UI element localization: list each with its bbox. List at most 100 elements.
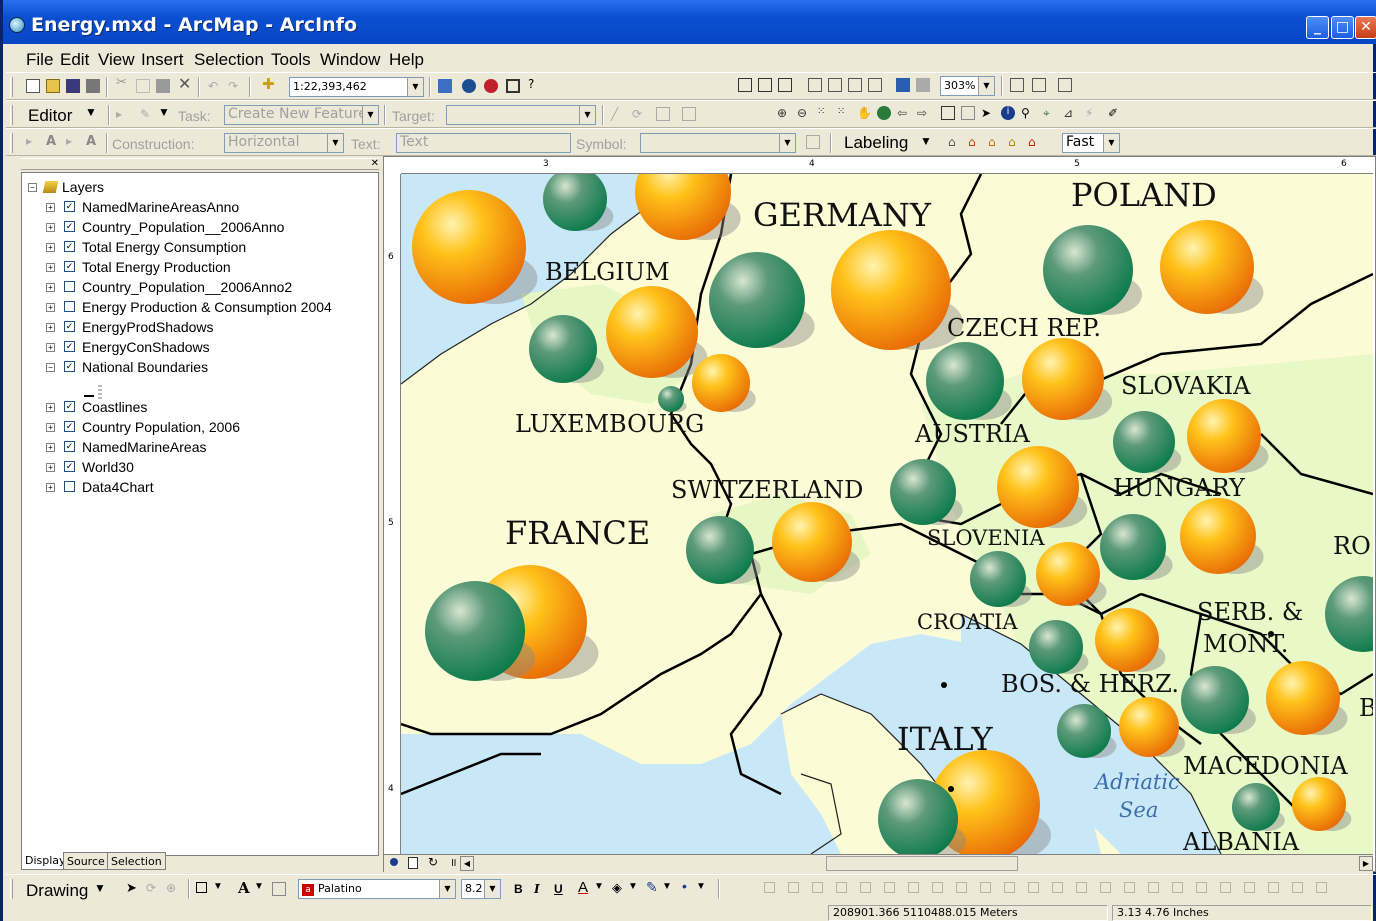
forward-extent-icon[interactable] — [916, 78, 930, 92]
menu-help[interactable]: Help — [389, 50, 424, 70]
drawing-arrange-icon[interactable] — [980, 882, 991, 893]
text-input[interactable]: Text — [396, 133, 571, 153]
hyperlink-icon[interactable]: ⚡ — [1085, 106, 1099, 120]
split-tool-icon[interactable]: ╱ — [611, 107, 625, 121]
layer-visibility-checkbox[interactable] — [64, 481, 75, 492]
marker-color-icon[interactable]: • — [682, 878, 687, 894]
expand-icon[interactable]: + — [46, 223, 55, 232]
editor-toolbar-icon[interactable] — [438, 79, 452, 93]
drawing-arrange-icon[interactable] — [1268, 882, 1279, 893]
new-document-icon[interactable] — [26, 79, 40, 93]
labeling-menu-arrow-icon[interactable]: ▼ — [920, 134, 932, 148]
menu-window[interactable]: Window — [320, 50, 380, 70]
arctoolbox-icon[interactable] — [462, 79, 476, 93]
bold-button[interactable]: B — [514, 882, 523, 896]
rotate-element-icon[interactable]: ⟳ — [146, 881, 160, 895]
expand-icon[interactable]: + — [46, 283, 55, 292]
data-view-icon[interactable] — [390, 858, 398, 866]
refresh-view-icon[interactable]: ↻ — [428, 855, 438, 869]
delete-icon[interactable]: ✕ — [178, 74, 192, 93]
redo-icon[interactable]: ↷ — [228, 79, 242, 93]
lock-labels-icon[interactable]: ⌂ — [1008, 135, 1022, 149]
label-weight-icon[interactable]: ⌂ — [968, 135, 982, 149]
measure-icon[interactable]: ⊿ — [1063, 106, 1077, 120]
expand-icon[interactable]: + — [46, 423, 55, 432]
collapse-icon[interactable]: − — [28, 183, 37, 192]
layer-visibility-checkbox[interactable]: ✓ — [64, 261, 75, 272]
expand-icon[interactable]: + — [46, 243, 55, 252]
drawing-arrange-icon[interactable] — [884, 882, 895, 893]
fill-color-dropdown-icon[interactable]: ▼ — [628, 881, 638, 892]
go-to-xy-icon[interactable]: ⌖ — [1043, 106, 1057, 120]
layer-visibility-checkbox[interactable]: ✓ — [64, 201, 75, 212]
drawing-arrange-icon[interactable] — [908, 882, 919, 893]
drawing-arrange-icon[interactable] — [1076, 882, 1087, 893]
layer-visibility-checkbox[interactable]: ✓ — [64, 421, 75, 432]
whats-this-icon[interactable]: ? — [528, 77, 542, 91]
drawing-arrange-icon[interactable] — [1316, 882, 1327, 893]
layer-visibility-checkbox[interactable]: ✓ — [64, 221, 75, 232]
expand-icon[interactable]: + — [46, 263, 55, 272]
edit-annotation-icon[interactable]: ▸ — [26, 134, 40, 148]
expand-icon[interactable]: + — [46, 403, 55, 412]
copy-icon[interactable] — [136, 79, 150, 93]
drawing-arrange-icon[interactable] — [1148, 882, 1159, 893]
zoom-in-icon[interactable]: ⊕ — [777, 106, 791, 120]
zoom-to-element-icon[interactable]: ⊕ — [166, 881, 180, 895]
marker-color-dropdown-icon[interactable]: ▼ — [696, 881, 706, 892]
line-color-dropdown-icon[interactable]: ▼ — [662, 881, 672, 892]
rectangle-dropdown-icon[interactable]: ▼ — [213, 881, 223, 892]
layer-visibility-checkbox[interactable]: ✓ — [64, 441, 75, 452]
clear-selection-icon[interactable] — [961, 106, 975, 120]
scroll-left-button[interactable]: ◀ — [460, 856, 474, 871]
zoom-combo[interactable]: 303% ▼ — [940, 76, 995, 96]
find-icon[interactable]: ⚲ — [1021, 106, 1035, 120]
tab-source[interactable]: Source — [63, 852, 109, 870]
menu-edit[interactable]: Edit — [60, 50, 89, 70]
pan-icon[interactable]: ✋ — [857, 106, 872, 120]
drawing-menu-arrow-icon[interactable]: ▼ — [94, 881, 106, 895]
zoom-in-page-icon[interactable] — [738, 78, 752, 92]
underline-button[interactable]: U — [554, 882, 563, 896]
paste-icon[interactable] — [156, 79, 170, 93]
undo-icon[interactable]: ↶ — [208, 79, 222, 93]
cut-icon[interactable]: ✂ — [116, 75, 130, 90]
select-elements-drawing-icon[interactable]: ➤ — [126, 881, 140, 896]
drawing-arrange-icon[interactable] — [1292, 882, 1303, 893]
attributes-icon[interactable] — [656, 107, 670, 121]
fixed-zoom-out-map-icon[interactable]: ⁙ — [837, 106, 851, 120]
menu-file[interactable]: File — [26, 50, 53, 70]
tab-selection[interactable]: Selection — [107, 852, 166, 870]
identify-icon[interactable]: i — [1001, 106, 1015, 120]
toolbar-grip[interactable] — [10, 133, 13, 153]
expand-icon[interactable]: + — [46, 323, 55, 332]
font-color-icon[interactable]: A — [578, 879, 588, 896]
drawing-arrange-icon[interactable] — [764, 882, 775, 893]
scroll-thumb[interactable] — [826, 856, 1018, 871]
toc-close-icon[interactable]: ✕ — [371, 158, 379, 169]
command-line-icon[interactable] — [506, 79, 520, 93]
drawing-arrange-icon[interactable] — [1052, 882, 1063, 893]
label-quality-combo[interactable]: Fast ▼ — [1062, 133, 1120, 153]
drawing-arrange-icon[interactable] — [1172, 882, 1183, 893]
fill-color-icon[interactable]: ◈ — [612, 880, 622, 896]
drawing-arrange-icon[interactable] — [1244, 882, 1255, 893]
drawing-menu[interactable]: Drawing — [26, 881, 88, 901]
minimize-button[interactable]: _ — [1306, 16, 1329, 39]
editor-menu[interactable]: Editor — [28, 106, 72, 126]
layer-visibility-checkbox[interactable]: ✓ — [64, 341, 75, 352]
select-elements-icon[interactable]: ➤ — [981, 106, 995, 120]
toolbar-grip[interactable] — [10, 77, 13, 97]
drawing-arrange-icon[interactable] — [860, 882, 871, 893]
map-scale-combo[interactable]: 1:22,393,462 ▼ — [289, 77, 424, 97]
font-size-combo[interactable]: 8.2 ▼ — [461, 879, 501, 899]
follow-feature-icon[interactable]: ▸ — [66, 134, 80, 148]
rotate-tool-icon[interactable]: ⟳ — [632, 107, 646, 121]
zoom-whole-page-icon[interactable] — [808, 78, 822, 92]
symbol-combo[interactable]: ▼ — [640, 133, 796, 153]
construction-combo[interactable]: Horizontal ▼ — [224, 133, 344, 153]
target-combo[interactable]: ▼ — [446, 105, 596, 125]
layer-visibility-checkbox[interactable]: ✓ — [64, 321, 75, 332]
drawing-arrange-icon[interactable] — [1124, 882, 1135, 893]
open-folder-icon[interactable] — [46, 79, 60, 93]
